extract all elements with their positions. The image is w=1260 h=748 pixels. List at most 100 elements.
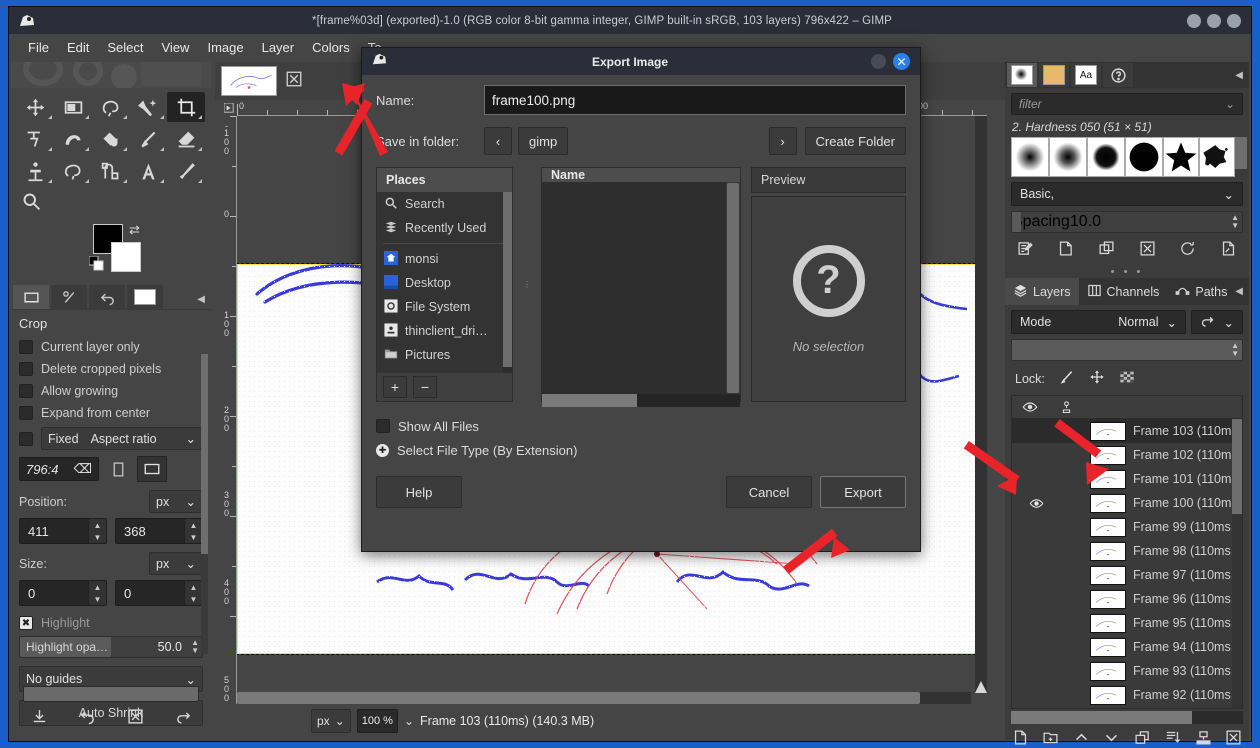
ruler-origin-button[interactable] [221,100,237,116]
brush-set-combo[interactable]: Basic, ⌄ [1011,182,1243,206]
table-row[interactable]: Frame 95 (110ms [1012,611,1242,635]
option-delete-cropped-pixels[interactable]: Delete cropped pixels [19,358,203,380]
table-row[interactable]: Frame 91 (110 [1012,707,1242,709]
refresh-brushes-icon[interactable] [1179,240,1196,262]
dialog-minimize-button[interactable] [871,54,886,69]
layer-list-hscrollbar[interactable] [1011,711,1243,724]
text-tool[interactable] [130,156,168,186]
checkbox-highlight[interactable]: ✖ [19,616,33,630]
chevron-right-icon[interactable]: › [769,127,797,155]
menu-select[interactable]: Select [98,38,152,57]
checkbox-current-layer-only[interactable] [19,340,33,354]
menu-edit[interactable]: Edit [58,38,98,57]
layer-list-scrollbar[interactable] [1232,419,1242,708]
chevron-left-icon[interactable]: ‹ [484,127,512,155]
menu-layer[interactable]: Layer [253,38,304,57]
lock-alpha-icon[interactable] [1119,369,1135,388]
clone-tool[interactable] [17,156,55,186]
spinner-arrows[interactable]: ▲▼ [184,581,202,605]
menu-image[interactable]: Image [198,38,252,57]
save-tool-preset-icon[interactable] [31,708,48,730]
layers-dock-tabs[interactable]: Layers Channels Paths ◀ [1005,278,1249,305]
option-highlight[interactable]: ✖ Highlight [19,612,203,634]
zoom-tool[interactable] [11,186,211,216]
table-row[interactable]: Frame 101 (110m [1012,467,1242,491]
landscape-orientation-button[interactable] [137,456,167,482]
size-width-spinner[interactable]: 0 ▲▼ [19,580,107,606]
tab-help[interactable] [1103,63,1133,87]
size-height-spinner[interactable]: 0 ▲▼ [115,580,203,606]
position-y-spinner[interactable]: 368 ▲▼ [115,518,203,544]
sidebar-item-pictures[interactable]: Pictures [377,343,512,367]
checkbox-expand-from-center[interactable] [19,406,33,420]
checkbox-fixed[interactable] [19,432,33,446]
tool-options-scrollbar[interactable] [201,354,208,654]
reset-colors-icon[interactable] [89,256,105,277]
delete-tool-preset-icon[interactable] [127,708,144,730]
image-thumbnail[interactable] [221,66,277,96]
dock-menu-icon[interactable]: ◀ [197,294,205,305]
tab-channels[interactable]: Channels [1079,278,1168,305]
zoom-chevron-icon[interactable]: ⌄ [404,714,414,728]
checkbox-delete-cropped-pixels[interactable] [19,362,33,376]
layer-visibility-toggle[interactable] [1018,496,1054,511]
chevron-down-icon[interactable]: ⌄ [1225,97,1235,111]
layer-buttons[interactable] [1005,726,1249,748]
portrait-orientation-button[interactable] [105,456,131,482]
highlight-opacity-slider[interactable]: Highlight opa… 50.0 ▲▼ [19,636,203,658]
layer-opacity-slider[interactable]: Opacity 100.0 ▲▼ [1011,339,1243,361]
dock-menu-icon[interactable]: ◀ [1235,286,1243,297]
brush-buttons[interactable] [1005,236,1249,266]
edit-brush-icon[interactable] [1017,240,1034,262]
brush-item-hardness-075[interactable] [1087,137,1125,177]
expander-icon[interactable]: ✚ [376,444,389,457]
navigation-icon[interactable] [973,679,989,700]
free-select-tool[interactable] [92,92,130,122]
anchor-layer-icon[interactable] [1164,729,1181,748]
size-unit-combo[interactable]: px ⌄ [149,552,203,575]
tool-options-buttons[interactable] [15,704,207,734]
sidebar-item-search[interactable]: Search [377,192,512,216]
cancel-button[interactable]: Cancel [726,476,812,508]
minimize-button[interactable] [1187,14,1201,28]
file-list-scrollbar[interactable] [726,182,740,394]
vertical-ruler[interactable]: - 1 0 0 0 1 0 0 2 0 0 3 0 0 4 0 0 5 0 0 [221,116,237,704]
position-x-spinner[interactable]: 411 ▲▼ [19,518,107,544]
maximize-button[interactable] [1207,14,1221,28]
table-row[interactable]: Frame 93 (110ms [1012,659,1242,683]
unit-combo[interactable]: px ⌄ [311,709,351,733]
spinner-arrows[interactable]: ▲▼ [1231,214,1239,230]
table-row[interactable]: Frame 98 (110ms [1012,539,1242,563]
layer-mode-combo[interactable]: Mode Normal ⌄ [1011,310,1186,334]
spacing-slider[interactable]: Spacing 10.0 ▲▼ [1011,211,1243,233]
tab-undo-history[interactable] [89,285,125,309]
lock-pixels-icon[interactable] [1059,369,1075,388]
tab-images[interactable] [127,285,163,309]
color-picker-tool[interactable] [167,156,205,186]
sidebar-item-file-system[interactable]: File System [377,295,512,319]
spinner-arrows[interactable]: ▲▼ [88,581,106,605]
menu-file[interactable]: File [19,38,58,57]
places-scrollbar[interactable] [503,192,512,373]
color-swatches[interactable]: ⇄ [11,220,211,280]
restore-tool-preset-icon[interactable] [79,708,96,730]
close-button[interactable] [1227,14,1241,28]
brush-item-hardness-100[interactable] [1125,137,1163,177]
crop-tool[interactable] [167,92,205,122]
option-current-layer-only[interactable]: Current layer only [19,336,203,358]
window-controls[interactable] [1187,14,1241,28]
dock-menu-icon[interactable]: ◀ [1235,70,1243,81]
lock-position-icon[interactable] [1089,369,1105,388]
new-layer-icon[interactable] [1012,729,1029,748]
close-icon[interactable]: ✕ [893,53,910,70]
tab-fonts[interactable]: Aa [1071,63,1101,87]
tab-layers[interactable]: Layers [1005,278,1079,305]
brush-item-hardness-025[interactable] [1011,137,1049,177]
menu-colors[interactable]: Colors [303,38,359,57]
tool-preset-bar[interactable] [23,686,199,702]
table-row[interactable]: Frame 94 (110ms [1012,635,1242,659]
file-list[interactable] [542,182,740,394]
option-allow-growing[interactable]: Allow growing [19,380,203,402]
places-list[interactable]: Search Recently Used monsi [377,192,512,373]
tab-tool-options[interactable] [13,285,49,309]
